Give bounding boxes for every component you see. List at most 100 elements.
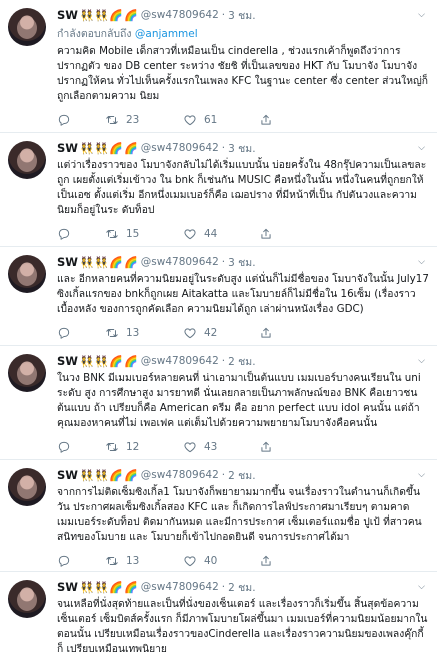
user-handle[interactable]: @sw47809642 bbox=[141, 581, 219, 593]
tweet[interactable]: SW 👯 👯 🌈 🌈 @sw47809642 · 3 ชม. ⌵ แต่ว่าเ… bbox=[0, 133, 437, 247]
tweet-header: SW 👯 👯 🌈 🌈 @sw47809642 · 3 ชม. bbox=[57, 254, 429, 270]
dancers-emoji: 👯 bbox=[94, 354, 109, 368]
retweet-button[interactable]: 12 bbox=[105, 440, 183, 454]
like-button[interactable]: 42 bbox=[183, 326, 259, 340]
reply-mention-link[interactable]: @anjammel bbox=[135, 28, 198, 40]
user-handle[interactable]: @sw47809642 bbox=[141, 355, 219, 367]
retweet-button[interactable]: 13 bbox=[105, 326, 183, 340]
timestamp[interactable]: 2 ชม. bbox=[228, 467, 255, 484]
timestamp[interactable]: 2 ชม. bbox=[228, 353, 255, 370]
user-handle[interactable]: @sw47809642 bbox=[141, 256, 219, 268]
like-button[interactable]: 44 bbox=[183, 227, 259, 241]
tweet[interactable]: SW 👯 👯 🌈 🌈 @sw47809642 · 2 ชม. ⌵ จากการไ… bbox=[0, 460, 437, 572]
name-emoji-badges: 👯 👯 🌈 🌈 bbox=[80, 10, 138, 21]
rainbow-emoji: 🌈 bbox=[109, 255, 124, 269]
display-name[interactable]: SW bbox=[57, 354, 78, 368]
rainbow-emoji: 🌈 bbox=[124, 354, 138, 368]
display-name[interactable]: SW bbox=[57, 255, 78, 269]
share-icon bbox=[261, 114, 271, 125]
share-button[interactable] bbox=[259, 227, 279, 241]
share-icon bbox=[261, 327, 271, 338]
user-handle[interactable]: @sw47809642 bbox=[141, 469, 219, 481]
dancers-emoji: 👯 bbox=[94, 468, 109, 482]
tweet-header: SW 👯 👯 🌈 🌈 @sw47809642 · 3 ชม. bbox=[57, 140, 429, 156]
reply-button[interactable] bbox=[57, 113, 105, 127]
separator-dot: · bbox=[221, 9, 226, 21]
avatar[interactable] bbox=[8, 141, 46, 179]
reply-button[interactable] bbox=[57, 440, 105, 454]
rainbow-emoji: 🌈 bbox=[109, 468, 124, 482]
tweet[interactable]: SW 👯 👯 🌈 🌈 @sw47809642 · 3 ชม. ⌵ กำลังตอ… bbox=[0, 0, 437, 133]
dancers-emoji: 👯 bbox=[79, 8, 94, 22]
tweet-text: และ อีกหลายคนที่ความนิยมอยู่ในระดับสูง แ… bbox=[57, 273, 429, 315]
user-handle[interactable]: @sw47809642 bbox=[141, 142, 219, 154]
chevron-down-icon[interactable]: ⌵ bbox=[418, 10, 425, 20]
chevron-down-icon[interactable]: ⌵ bbox=[418, 356, 425, 366]
tweet-header: SW 👯 👯 🌈 🌈 @sw47809642 · 2 ชม. bbox=[57, 467, 429, 483]
dancers-emoji: 👯 bbox=[79, 255, 94, 269]
avatar[interactable] bbox=[8, 354, 46, 392]
timestamp[interactable]: 3 ชม. bbox=[228, 254, 255, 271]
retweet-count: 12 bbox=[126, 441, 140, 453]
chevron-down-icon[interactable]: ⌵ bbox=[418, 257, 425, 267]
reply-button[interactable] bbox=[57, 554, 105, 568]
avatar[interactable] bbox=[8, 8, 46, 46]
timestamp[interactable]: 3 ชม. bbox=[228, 140, 255, 157]
share-button[interactable] bbox=[259, 554, 279, 568]
chevron-down-icon[interactable]: ⌵ bbox=[418, 582, 425, 592]
heart-icon bbox=[184, 556, 196, 567]
display-name[interactable]: SW bbox=[57, 141, 78, 155]
display-name[interactable]: SW bbox=[57, 580, 78, 594]
avatar[interactable] bbox=[8, 255, 46, 293]
reply-icon bbox=[58, 441, 70, 453]
retweet-icon bbox=[106, 116, 118, 124]
chevron-down-icon[interactable]: ⌵ bbox=[418, 470, 425, 480]
rainbow-emoji: 🌈 bbox=[124, 468, 138, 482]
tweet-thread: SW 👯 👯 🌈 🌈 @sw47809642 · 3 ชม. ⌵ กำลังตอ… bbox=[0, 0, 437, 653]
display-name[interactable]: SW bbox=[57, 8, 78, 22]
tweet-actions: 12 43 bbox=[57, 438, 429, 456]
user-handle[interactable]: @sw47809642 bbox=[141, 9, 219, 21]
chevron-down-icon[interactable]: ⌵ bbox=[418, 143, 425, 153]
retweet-count: 13 bbox=[126, 555, 140, 567]
tweet-text: ในวง BNK มีเมมเบอร์หลายคนที่ น่าเอามาเป็… bbox=[57, 372, 421, 429]
reply-button[interactable] bbox=[57, 326, 105, 340]
avatar[interactable] bbox=[8, 468, 46, 506]
reply-button[interactable] bbox=[57, 227, 105, 241]
share-button[interactable] bbox=[259, 440, 279, 454]
rainbow-emoji: 🌈 bbox=[109, 580, 124, 594]
share-button[interactable] bbox=[259, 113, 279, 127]
reply-context: กำลังตอบกลับถึง @anjammel bbox=[57, 25, 429, 42]
separator-dot: · bbox=[221, 355, 226, 367]
rainbow-emoji: 🌈 bbox=[124, 580, 138, 594]
like-button[interactable]: 61 bbox=[183, 113, 259, 127]
retweet-button[interactable]: 13 bbox=[105, 554, 183, 568]
tweet[interactable]: SW 👯 👯 🌈 🌈 @sw47809642 · 3 ชม. ⌵ และ อีก… bbox=[0, 247, 437, 346]
like-button[interactable]: 40 bbox=[183, 554, 259, 568]
rainbow-emoji: 🌈 bbox=[109, 354, 124, 368]
display-name[interactable]: SW bbox=[57, 468, 78, 482]
like-count: 43 bbox=[204, 441, 218, 453]
timestamp[interactable]: 2 ชม. bbox=[228, 579, 255, 596]
rainbow-emoji: 🌈 bbox=[109, 8, 124, 22]
timestamp[interactable]: 3 ชม. bbox=[228, 7, 255, 24]
name-emoji-badges: 👯 👯 🌈 🌈 bbox=[80, 470, 138, 481]
dancers-emoji: 👯 bbox=[79, 580, 94, 594]
heart-icon bbox=[184, 115, 196, 126]
retweet-icon bbox=[106, 557, 118, 565]
dancers-emoji: 👯 bbox=[79, 141, 94, 155]
tweet-text: แต่ว่าเรื่องราวของ โมบาจังกลับไม่ได้เริ่… bbox=[57, 159, 427, 216]
reply-icon bbox=[58, 228, 70, 240]
tweet-actions: 15 44 bbox=[57, 225, 429, 243]
tweet[interactable]: SW 👯 👯 🌈 🌈 @sw47809642 · 2 ชม. ⌵ ในวง BN… bbox=[0, 346, 437, 460]
like-button[interactable]: 43 bbox=[183, 440, 259, 454]
retweet-button[interactable]: 23 bbox=[105, 113, 183, 127]
tweet[interactable]: SW 👯 👯 🌈 🌈 @sw47809642 · 2 ชม. ⌵ จนเหลือ… bbox=[0, 572, 437, 653]
retweet-button[interactable]: 15 bbox=[105, 227, 183, 241]
avatar[interactable] bbox=[8, 580, 46, 618]
rainbow-emoji: 🌈 bbox=[124, 141, 138, 155]
share-button[interactable] bbox=[259, 326, 279, 340]
dancers-emoji: 👯 bbox=[94, 8, 109, 22]
name-emoji-badges: 👯 👯 🌈 🌈 bbox=[80, 143, 138, 154]
share-icon bbox=[261, 555, 271, 566]
